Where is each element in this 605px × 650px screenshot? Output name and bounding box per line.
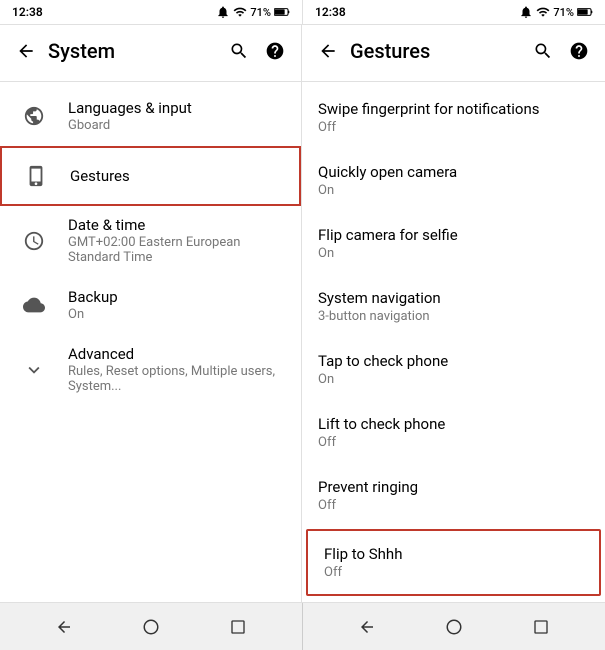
left-back-nav-button[interactable]: [46, 609, 82, 645]
swipe-fingerprint-subtitle: Off: [318, 120, 589, 135]
settings-item-languages[interactable]: Languages & input Gboard: [0, 86, 301, 146]
flip-camera-subtitle: On: [318, 246, 589, 261]
settings-item-datetime[interactable]: Date & time GMT+02:00 Eastern European S…: [0, 206, 301, 275]
gesture-lift-check-phone[interactable]: Lift to check phone Off: [302, 401, 605, 464]
flip-camera-title: Flip camera for selfie: [318, 226, 589, 244]
clock-icon: [16, 223, 52, 259]
datetime-title: Date & time: [68, 216, 285, 234]
gesture-system-navigation[interactable]: System navigation 3-button navigation: [302, 275, 605, 338]
prevent-ringing-subtitle: Off: [318, 498, 589, 513]
left-panel-title: System: [48, 39, 221, 63]
right-notification-icon: [519, 5, 533, 19]
tap-check-phone-subtitle: On: [318, 372, 589, 387]
notification-icon: [216, 5, 230, 19]
gestures-text: Gestures: [70, 167, 283, 185]
gesture-prevent-ringing[interactable]: Prevent ringing Off: [302, 464, 605, 527]
languages-subtitle: Gboard: [68, 118, 285, 133]
flip-to-shhh-title: Flip to Shhh: [324, 545, 583, 563]
advanced-text: Advanced Rules, Reset options, Multiple …: [68, 345, 285, 394]
advanced-title: Advanced: [68, 345, 285, 363]
left-recents-nav-button[interactable]: [220, 609, 256, 645]
flip-to-shhh-subtitle: Off: [324, 565, 583, 580]
left-battery: 71%: [250, 6, 271, 19]
settings-item-backup[interactable]: Backup On: [0, 275, 301, 335]
right-status-icons: 71%: [519, 5, 593, 19]
right-help-button[interactable]: [561, 33, 597, 69]
chevron-down-icon: [16, 352, 52, 388]
open-camera-title: Quickly open camera: [318, 163, 589, 181]
cloud-icon: [16, 287, 52, 323]
gesture-flip-camera[interactable]: Flip camera for selfie On: [302, 212, 605, 275]
bottom-nav: [0, 602, 605, 650]
left-header: System: [0, 25, 301, 77]
system-navigation-subtitle: 3-button navigation: [318, 309, 589, 324]
left-status-bar: 12:38 71%: [0, 0, 302, 24]
left-help-button[interactable]: [257, 33, 293, 69]
left-back-button[interactable]: [8, 33, 44, 69]
left-search-button[interactable]: [221, 33, 257, 69]
gesture-open-camera[interactable]: Quickly open camera On: [302, 149, 605, 212]
right-search-button[interactable]: [525, 33, 561, 69]
status-bar: 12:38 71% 12:38: [0, 0, 605, 24]
globe-icon: [16, 98, 52, 134]
backup-title: Backup: [68, 288, 285, 306]
right-status-bar: 12:38 71%: [302, 0, 605, 24]
swipe-fingerprint-title: Swipe fingerprint for notifications: [318, 100, 589, 118]
left-home-nav-button[interactable]: [133, 609, 169, 645]
languages-text: Languages & input Gboard: [68, 99, 285, 133]
left-settings-list: Languages & input Gboard Gestures: [0, 86, 301, 602]
right-panel: Gestures Swipe fingerprint for notificat…: [302, 25, 605, 602]
left-status-icons: 71%: [216, 5, 290, 19]
right-recents-nav-button[interactable]: [523, 609, 559, 645]
right-back-button[interactable]: [310, 33, 346, 69]
prevent-ringing-title: Prevent ringing: [318, 478, 589, 496]
right-time: 12:38: [315, 5, 346, 19]
left-bottom-nav: [0, 603, 302, 650]
backup-text: Backup On: [68, 288, 285, 322]
tap-check-phone-title: Tap to check phone: [318, 352, 589, 370]
backup-subtitle: On: [68, 307, 285, 322]
lift-check-phone-subtitle: Off: [318, 435, 589, 450]
right-battery-icon: [577, 6, 593, 18]
system-navigation-title: System navigation: [318, 289, 589, 307]
left-time: 12:38: [12, 5, 43, 19]
panels: System: [0, 24, 605, 602]
settings-item-advanced[interactable]: Advanced Rules, Reset options, Multiple …: [0, 335, 301, 404]
datetime-subtitle: GMT+02:00 Eastern European Standard Time: [68, 235, 285, 265]
battery-icon: [274, 6, 290, 18]
lift-check-phone-title: Lift to check phone: [318, 415, 589, 433]
wifi-icon: [233, 5, 247, 19]
gesture-tap-check-phone[interactable]: Tap to check phone On: [302, 338, 605, 401]
right-bottom-nav: [302, 603, 605, 650]
gestures-title: Gestures: [70, 167, 283, 185]
right-back-nav-button[interactable]: [349, 609, 385, 645]
languages-title: Languages & input: [68, 99, 285, 117]
right-home-nav-button[interactable]: [436, 609, 472, 645]
left-panel: System: [0, 25, 302, 602]
right-panel-title: Gestures: [350, 39, 525, 63]
gesture-flip-to-shhh[interactable]: Flip to Shhh Off: [306, 529, 601, 596]
right-header: Gestures: [302, 25, 605, 77]
right-wifi-icon: [536, 5, 550, 19]
open-camera-subtitle: On: [318, 183, 589, 198]
gesture-swipe-fingerprint[interactable]: Swipe fingerprint for notifications Off: [302, 86, 605, 149]
settings-item-gestures[interactable]: Gestures: [0, 146, 301, 206]
gestures-list: Swipe fingerprint for notifications Off …: [302, 86, 605, 602]
datetime-text: Date & time GMT+02:00 Eastern European S…: [68, 216, 285, 265]
right-battery: 71%: [553, 6, 574, 19]
gesture-power-menu[interactable]: Power menu Show device controls: [302, 598, 605, 602]
gestures-icon: [18, 158, 54, 194]
advanced-subtitle: Rules, Reset options, Multiple users, Sy…: [68, 364, 285, 394]
